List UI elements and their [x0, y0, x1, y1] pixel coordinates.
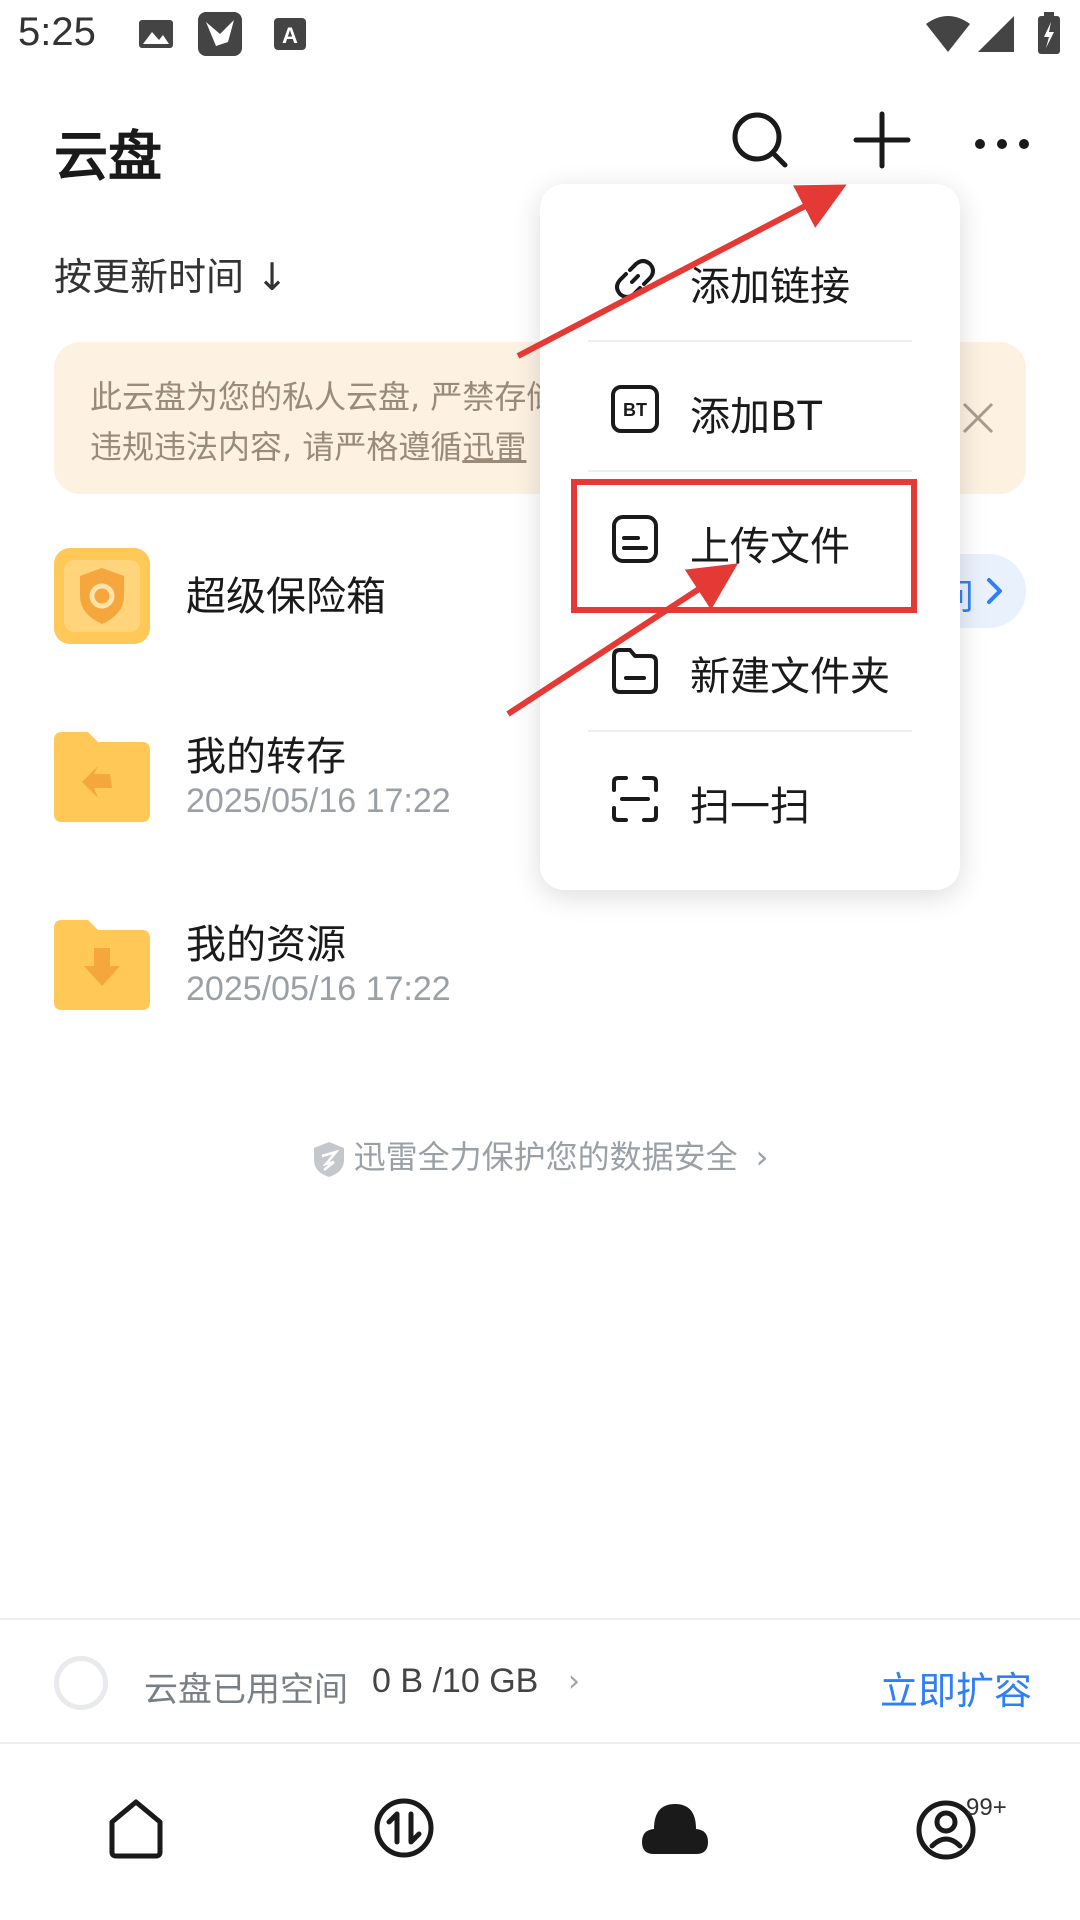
menu-item-add-link[interactable]: 添加链接 — [540, 216, 960, 344]
menu-item-add-bt[interactable]: BT 添加BT — [540, 344, 960, 472]
expand-storage-button[interactable]: 立即扩容 — [880, 1660, 1032, 1715]
home-icon[interactable] — [104, 1796, 168, 1860]
menu-item-new-folder[interactable]: 新建文件夹 — [540, 604, 960, 732]
new-folder-icon — [612, 648, 658, 694]
security-link[interactable]: 迅雷全力保护您的数据安全 › — [0, 1132, 1080, 1178]
menu-item-label: 添加链接 — [690, 264, 850, 310]
notice-link[interactable]: 迅雷 — [462, 428, 526, 466]
security-chevron: › — [755, 1138, 769, 1176]
bird-app-icon — [198, 12, 242, 56]
link-icon — [615, 259, 655, 299]
sort-button[interactable]: 按更新时间 ↓ — [54, 246, 288, 301]
menu-divider — [588, 730, 912, 732]
close-icon[interactable] — [960, 400, 996, 436]
list-item-name: 我的资源 — [186, 922, 346, 968]
wifi-icon — [926, 16, 970, 52]
search-icon[interactable] — [730, 110, 790, 170]
notification-badge: 99+ — [966, 1794, 1007, 1821]
image-icon — [139, 20, 173, 48]
bt-icon: BT — [611, 385, 659, 433]
add-icon[interactable] — [852, 110, 912, 170]
add-menu-popup: 添加链接 BT 添加BT 上传文件 新建文件夹 扫一扫 — [540, 184, 960, 890]
menu-item-upload-file[interactable]: 上传文件 — [540, 474, 960, 602]
menu-item-label: 添加BT — [690, 394, 822, 440]
font-a-icon: A — [274, 18, 306, 50]
storage-chevron[interactable]: › — [568, 1664, 580, 1699]
folder-download-icon — [54, 920, 150, 1010]
file-icon — [612, 515, 658, 563]
transfer-icon[interactable] — [372, 1796, 436, 1860]
list-item-date: 2025/05/16 17:22 — [186, 970, 451, 1008]
menu-item-label: 新建文件夹 — [690, 654, 890, 700]
scan-icon — [612, 776, 658, 822]
chevron-right-icon — [987, 578, 1002, 604]
svg-text:BT: BT — [623, 400, 647, 420]
svg-text:A: A — [282, 23, 298, 48]
list-item-name: 我的转存 — [186, 734, 346, 780]
folder-transfer-icon — [54, 732, 150, 822]
menu-item-scan[interactable]: 扫一扫 — [540, 734, 960, 862]
cloud-icon[interactable] — [640, 1796, 710, 1860]
notice-line-2: 违规违法内容, 请严格遵循迅雷 — [90, 422, 526, 468]
more-icon[interactable] — [972, 110, 1032, 170]
storage-label[interactable]: 云盘已用空间 — [144, 1662, 348, 1711]
menu-divider — [588, 470, 912, 472]
menu-item-label: 上传文件 — [690, 524, 850, 570]
storage-usage-ring — [54, 1656, 108, 1710]
status-bar: 5:25 A — [0, 0, 1080, 72]
shield-icon — [313, 1142, 344, 1177]
notice-line-1: 此云盘为您的私人云盘, 严禁存储 — [90, 378, 559, 416]
security-text: 迅雷全力保护您的数据安全 — [353, 1138, 738, 1176]
vault-icon — [54, 548, 150, 644]
menu-item-label: 扫一扫 — [690, 784, 810, 830]
list-item-resources[interactable]: 我的资源 2025/05/16 17:22 — [54, 912, 1026, 1022]
signal-icon — [978, 16, 1014, 52]
list-item-date: 2025/05/16 17:22 — [186, 782, 451, 820]
notice-line-2-prefix: 违规违法内容, 请严格遵循 — [90, 428, 463, 466]
menu-divider — [588, 340, 912, 342]
storage-value[interactable]: 0 B /10 GB — [372, 1662, 538, 1701]
battery-charging-icon — [1038, 12, 1060, 54]
list-item-name: 超级保险箱 — [186, 574, 386, 620]
page-title: 云盘 — [54, 125, 162, 188]
status-time: 5:25 — [18, 10, 96, 54]
